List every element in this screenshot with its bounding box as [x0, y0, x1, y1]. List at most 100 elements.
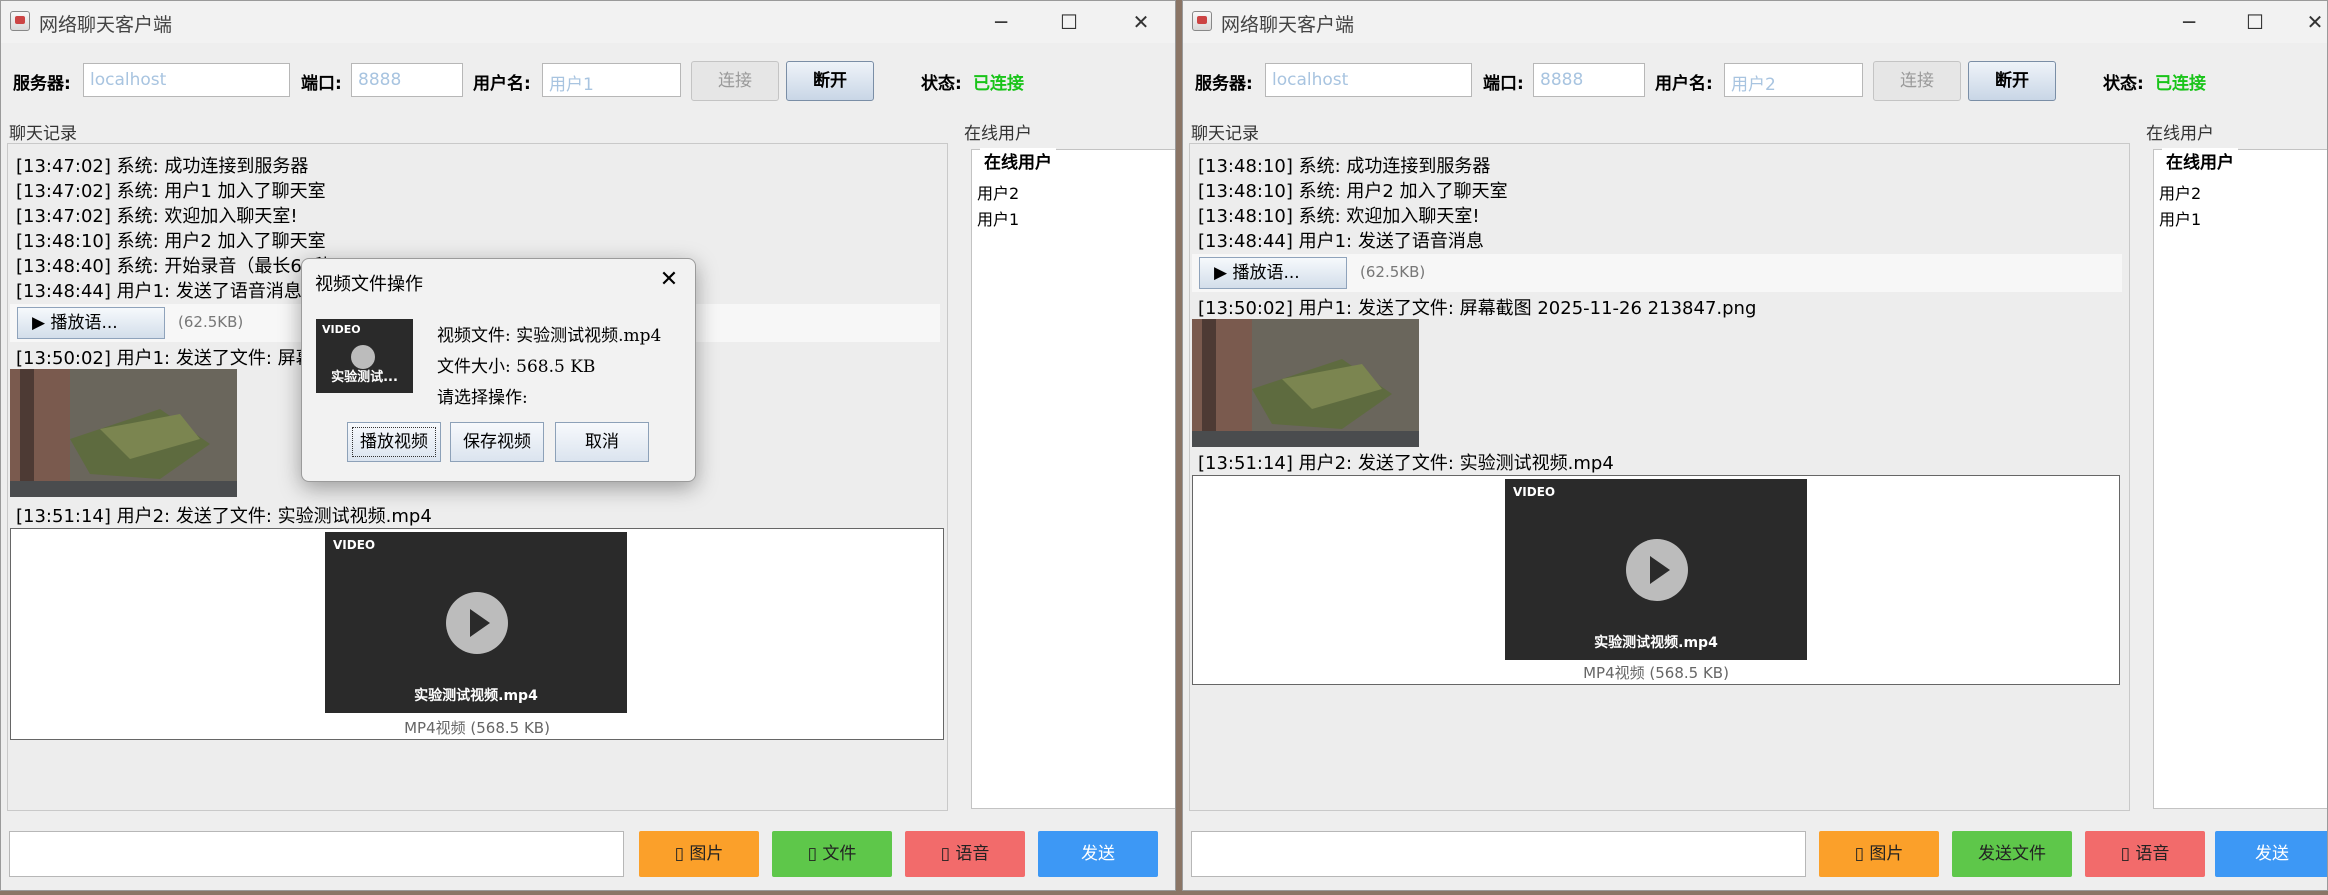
video-message-card: VIDEO 实验测试视频.mp4 MP4视频 (568.5 KB): [1192, 475, 2120, 685]
voice-size: (62.5KB): [1360, 263, 1426, 281]
video-thumbnail[interactable]: VIDEO 实验测试视频.mp4: [325, 532, 627, 713]
screenshot-image: [10, 369, 237, 497]
title-bar[interactable]: 网络聊天客户端 ─ ☐ ✕: [1, 1, 1175, 43]
video-caption: MP4视频 (568.5 KB): [1583, 664, 1729, 682]
connection-bar: 服务器: localhost 端口: 8888 用户名: 用户1 连接 断开 状…: [1, 61, 1175, 101]
port-field[interactable]: 8888: [351, 63, 463, 97]
online-users-legend: 在线用户: [2162, 148, 2238, 173]
dialog-video-thumbnail: VIDEO 实验测试...: [316, 319, 413, 393]
online-users-legend: 在线用户: [980, 148, 1056, 173]
send-file-button[interactable]: ▯ 文件: [772, 831, 892, 877]
title-bar[interactable]: 网络聊天客户端 ─ ☐ ✕: [1183, 1, 2327, 43]
play-icon[interactable]: [446, 592, 508, 654]
voice-message: ▶ 播放语... (62.5KB): [1192, 254, 2122, 292]
chat-section-label: 聊天记录: [9, 124, 77, 144]
send-button[interactable]: 发送: [1038, 831, 1158, 877]
chat-message: [13:51:14] 用户2: 发送了文件: 实验测试视频.mp4: [16, 506, 432, 527]
close-icon[interactable]: ✕: [1119, 5, 1163, 39]
chat-message: [13:48:10] 系统: 欢迎加入聊天室!: [1198, 206, 1480, 227]
chat-message: [13:48:10] 系统: 用户2 加入了聊天室: [16, 231, 326, 252]
status-label: 状态:: [2103, 74, 2144, 94]
connect-button[interactable]: 连接: [691, 61, 779, 101]
port-field[interactable]: 8888: [1533, 63, 1645, 97]
status-label: 状态:: [921, 74, 962, 94]
online-users-panel: 在线用户 用户2 用户1: [2153, 148, 2327, 809]
server-label: 服务器:: [1195, 74, 1253, 94]
chat-message: [13:48:10] 系统: 成功连接到服务器: [1198, 156, 1491, 177]
java-app-icon: [10, 11, 30, 31]
chat-message: [13:47:02] 系统: 成功连接到服务器: [16, 156, 309, 177]
play-video-button[interactable]: 播放视频: [347, 422, 441, 462]
send-file-button[interactable]: 发送文件: [1952, 831, 2072, 877]
username-label: 用户名:: [473, 74, 531, 94]
maximize-icon[interactable]: ☐: [1047, 5, 1091, 39]
online-users-panel: 在线用户 用户2 用户1: [971, 148, 1175, 809]
video-caption: MP4视频 (568.5 KB): [404, 719, 550, 737]
server-field[interactable]: localhost: [83, 63, 290, 97]
dialog-file-line: 视频文件: 实验测试视频.mp4: [437, 326, 662, 346]
chat-log[interactable]: [13:48:10] 系统: 成功连接到服务器 [13:48:10] 系统: 用…: [1189, 143, 2130, 811]
close-icon[interactable]: ✕: [2293, 5, 2327, 39]
chat-client-window-user2: 网络聊天客户端 ─ ☐ ✕ 服务器: localhost 端口: 8888 用户…: [1182, 0, 2328, 891]
chat-section-label: 聊天记录: [1191, 124, 1259, 144]
dialog-video-tag: VIDEO: [322, 323, 361, 336]
message-input[interactable]: [9, 831, 624, 877]
video-tag: VIDEO: [1513, 485, 1556, 499]
voice-size: (62.5KB): [178, 313, 244, 331]
video-message-card: VIDEO 实验测试视频.mp4 MP4视频 (568.5 KB): [10, 528, 944, 740]
chat-message: [13:47:02] 系统: 用户1 加入了聊天室: [16, 181, 326, 202]
online-user-item[interactable]: 用户2: [2159, 180, 2201, 204]
message-input[interactable]: [1191, 831, 1806, 877]
dialog-close-icon[interactable]: ✕: [651, 263, 687, 297]
screenshot-image: [1192, 319, 1419, 447]
chat-message: [13:48:10] 系统: 用户2 加入了聊天室: [1198, 181, 1508, 202]
cancel-button[interactable]: 取消: [555, 422, 649, 462]
video-tag: VIDEO: [333, 538, 376, 552]
play-voice-button[interactable]: ▶ 播放语...: [17, 307, 165, 339]
port-label: 端口:: [1483, 74, 1524, 94]
disconnect-button[interactable]: 断开: [1968, 61, 2056, 101]
online-user-item[interactable]: 用户1: [977, 206, 1019, 230]
dialog-size-line: 文件大小: 568.5 KB: [437, 357, 596, 377]
video-thumbnail[interactable]: VIDEO 实验测试视频.mp4: [1505, 479, 1807, 660]
video-name: 实验测试视频.mp4: [1594, 635, 1718, 651]
save-video-button[interactable]: 保存视频: [450, 422, 544, 462]
online-user-item[interactable]: 用户2: [977, 180, 1019, 204]
play-voice-button[interactable]: ▶ 播放语...: [1199, 257, 1347, 289]
send-button[interactable]: 发送: [2215, 831, 2327, 877]
chat-message: [13:51:14] 用户2: 发送了文件: 实验测试视频.mp4: [1198, 453, 1614, 474]
maximize-icon[interactable]: ☐: [2233, 5, 2277, 39]
voice-button[interactable]: ▯ 语音: [2085, 831, 2205, 877]
server-field[interactable]: localhost: [1265, 63, 1472, 97]
dialog-title: 视频文件操作: [315, 274, 423, 295]
minimize-icon[interactable]: ─: [979, 5, 1023, 39]
status-value: 已连接: [973, 74, 1024, 94]
send-image-button[interactable]: ▯ 图片: [1819, 831, 1939, 877]
video-file-dialog: 视频文件操作 ✕ VIDEO 实验测试... 视频文件: 实验测试视频.mp4 …: [301, 258, 696, 482]
chat-message: [13:50:02] 用户1: 发送了文件: 屏幕截图 2025-11-26 2…: [1198, 298, 1757, 319]
minimize-icon[interactable]: ─: [2167, 5, 2211, 39]
video-name: 实验测试视频.mp4: [414, 688, 538, 704]
online-user-item[interactable]: 用户1: [2159, 206, 2201, 230]
port-label: 端口:: [301, 74, 342, 94]
connection-bar: 服务器: localhost 端口: 8888 用户名: 用户2 连接 断开 状…: [1183, 61, 2327, 101]
voice-button[interactable]: ▯ 语音: [905, 831, 1025, 877]
chat-message: [13:48:44] 用户1: 发送了语音消息: [16, 281, 302, 302]
dialog-prompt-line: 请选择操作:: [437, 388, 528, 408]
username-field[interactable]: 用户2: [1724, 63, 1863, 97]
play-icon[interactable]: [1626, 539, 1688, 601]
username-field[interactable]: 用户1: [542, 63, 681, 97]
status-value: 已连接: [2155, 74, 2206, 94]
username-label: 用户名:: [1655, 74, 1713, 94]
send-image-button[interactable]: ▯ 图片: [639, 831, 759, 877]
connect-button[interactable]: 连接: [1873, 61, 1961, 101]
disconnect-button[interactable]: 断开: [786, 61, 874, 101]
dialog-video-name: 实验测试...: [331, 370, 398, 385]
chat-message: [13:48:40] 系统: 开始录音（最长60秒: [16, 256, 332, 277]
screenshot-thumbnail[interactable]: [1192, 319, 1419, 447]
chat-message: [13:50:02] 用户1: 发送了文件: 屏幕截: [16, 348, 332, 369]
screenshot-thumbnail[interactable]: [10, 369, 237, 497]
chat-message: [13:47:02] 系统: 欢迎加入聊天室!: [16, 206, 298, 227]
window-title: 网络聊天客户端: [39, 14, 173, 36]
server-label: 服务器:: [13, 74, 71, 94]
